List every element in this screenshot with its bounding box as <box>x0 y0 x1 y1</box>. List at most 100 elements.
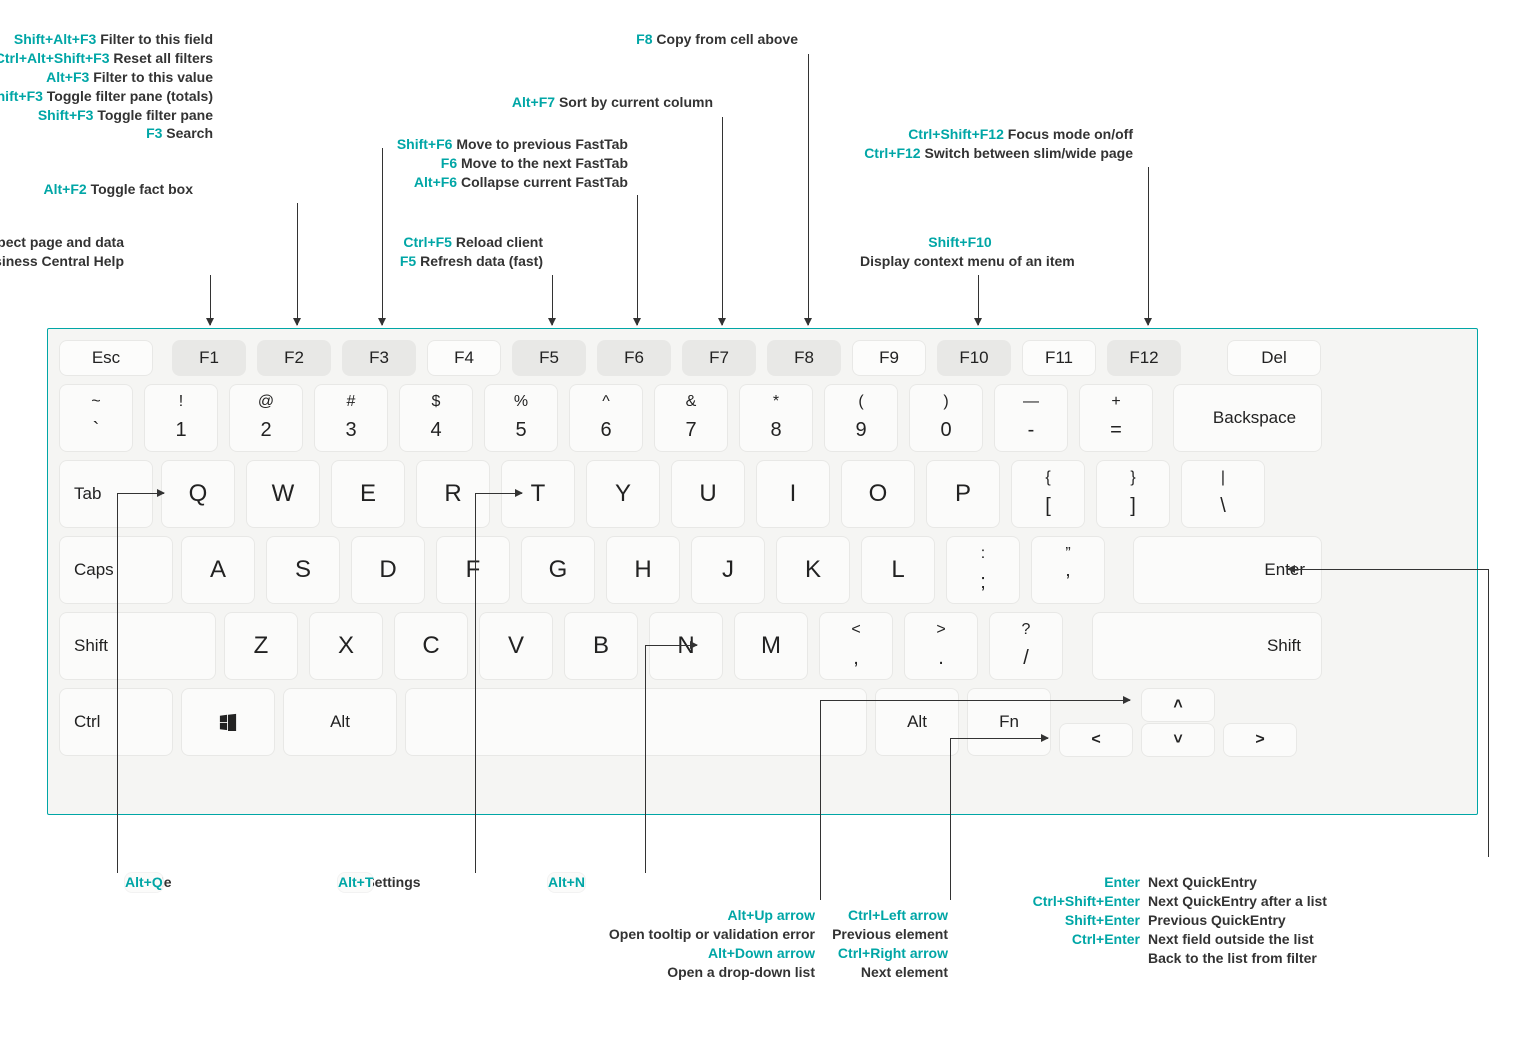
annot-altt: Alt+TMy Settings <box>338 873 421 892</box>
key-5: %5 <box>485 385 557 451</box>
key-backspace: Backspace <box>1174 385 1321 451</box>
annot-f2: Alt+F2 Toggle fact box <box>44 180 194 199</box>
key-6: ^6 <box>570 385 642 451</box>
key-l: L <box>862 537 934 603</box>
line-altq <box>117 493 164 494</box>
key-esc: Esc <box>60 341 152 375</box>
key-e: E <box>332 461 404 527</box>
annot-altq: Alt+QTellMe <box>125 873 172 892</box>
key-f7: F7 <box>683 341 755 375</box>
arrow-f8 <box>808 54 809 325</box>
line-enter <box>1288 569 1488 570</box>
key-backtick: ~` <box>60 385 132 451</box>
arrow-f3 <box>382 148 383 325</box>
key-q: Q <box>162 461 234 527</box>
annot-altuparrow: Alt+Up arrow Open tooltip or validation … <box>609 906 815 982</box>
key-punct-2: ?/ <box>990 613 1062 679</box>
arrow-f12 <box>1148 167 1149 325</box>
key-c: C <box>395 613 467 679</box>
key-t: T <box>502 461 574 527</box>
key-bracket-2: |\ <box>1182 461 1264 527</box>
key-u: U <box>672 461 744 527</box>
key-semi-1: ”’ <box>1032 537 1104 603</box>
annot-f10: Shift+F10 Display context menu of an ite… <box>860 233 1060 271</box>
arrow-f1 <box>210 275 211 325</box>
key-g: G <box>522 537 594 603</box>
annot-ctrlarrow: Ctrl+Left arrow Previous element Ctrl+Ri… <box>832 906 948 982</box>
key-p: P <box>927 461 999 527</box>
key-f6: F6 <box>598 341 670 375</box>
key-f: F <box>437 537 509 603</box>
keyboard: Esc F1F2F3F4F5F6F7F8F9F10F11F12 Del ~`!1… <box>47 328 1478 815</box>
annot-f6: Shift+F6 Move to previous FastTabF6 Move… <box>397 135 628 192</box>
key-punct-0: <, <box>820 613 892 679</box>
key-9: (9 <box>825 385 897 451</box>
key-o: O <box>842 461 914 527</box>
key-h: H <box>607 537 679 603</box>
key-arrow-up: ˄ <box>1142 689 1214 721</box>
key-arrow-down: ˅ <box>1142 724 1214 756</box>
key-8: *8 <box>740 385 812 451</box>
key-f3: F3 <box>343 341 415 375</box>
key-caps: Caps <box>60 537 172 603</box>
key-1: !1 <box>145 385 217 451</box>
annot-f8: F8 Copy from cell above <box>636 30 798 49</box>
key-f1: F1 <box>173 341 245 375</box>
arrow-f10 <box>978 275 979 325</box>
key-bracket-1: }] <box>1097 461 1169 527</box>
key-0: )0 <box>910 385 982 451</box>
key-shift-left: Shift <box>60 613 215 679</box>
line-arrow-left <box>950 738 1048 739</box>
key-4: $4 <box>400 385 472 451</box>
key-k: K <box>777 537 849 603</box>
line-altn <box>645 645 697 646</box>
key-y: Y <box>587 461 659 527</box>
windows-icon <box>219 713 237 731</box>
key-fn: Fn <box>968 689 1050 755</box>
key-f10: F10 <box>938 341 1010 375</box>
key-tab: Tab <box>60 461 152 527</box>
annot-f7: Alt+F7 Sort by current column <box>512 93 713 112</box>
arrow-f6 <box>637 195 638 325</box>
key-2: @2 <box>230 385 302 451</box>
key-j: J <box>692 537 764 603</box>
key-alt-right: Alt <box>876 689 958 755</box>
key-f2: F2 <box>258 341 330 375</box>
arrow-f2 <box>297 203 298 325</box>
key-alt-left: Alt <box>284 689 396 755</box>
annot-f3: Shift+Alt+F3 Filter to this fieldCtrl+Al… <box>0 30 213 143</box>
key-i: I <box>757 461 829 527</box>
key-n: N <box>650 613 722 679</box>
arrow-f5 <box>552 275 553 325</box>
annot-enterblock: EnterNext QuickEntryCtrl+Shift+EnterNext… <box>1000 873 1327 967</box>
key-f12: F12 <box>1108 341 1180 375</box>
key-shift-right: Shift <box>1093 613 1321 679</box>
key-s: S <box>267 537 339 603</box>
key-r: R <box>417 461 489 527</box>
annot-altn: Alt+NNew <box>548 873 581 892</box>
annot-f1: Ctrl+Alt+F1 Inspect page and dataCtrl+F1… <box>0 233 124 271</box>
key-f8: F8 <box>768 341 840 375</box>
line-altt <box>475 493 522 494</box>
key-arrow-left: ˂ <box>1060 724 1132 756</box>
annot-f5: Ctrl+F5 Reload clientF5 Refresh data (fa… <box>400 233 543 271</box>
key-f11: F11 <box>1023 341 1095 375</box>
keyboard-shortcut-diagram: Shift+Alt+F3 Filter to this fieldCtrl+Al… <box>20 20 1503 1038</box>
key-=: += <box>1080 385 1152 451</box>
key-del: Del <box>1228 341 1320 375</box>
key-b: B <box>565 613 637 679</box>
key-ctrl-left: Ctrl <box>60 689 172 755</box>
key-f4: F4 <box>428 341 500 375</box>
key-v: V <box>480 613 552 679</box>
key-bracket-0: {[ <box>1012 461 1084 527</box>
key-arrow-right: ˃ <box>1224 724 1296 756</box>
key-z: Z <box>225 613 297 679</box>
key-d: D <box>352 537 424 603</box>
key-a: A <box>182 537 254 603</box>
line-arrow-up <box>820 700 1130 701</box>
key-win <box>182 689 274 755</box>
key-w: W <box>247 461 319 527</box>
key-3: #3 <box>315 385 387 451</box>
key-punct-1: >. <box>905 613 977 679</box>
arrow-f7 <box>722 117 723 325</box>
